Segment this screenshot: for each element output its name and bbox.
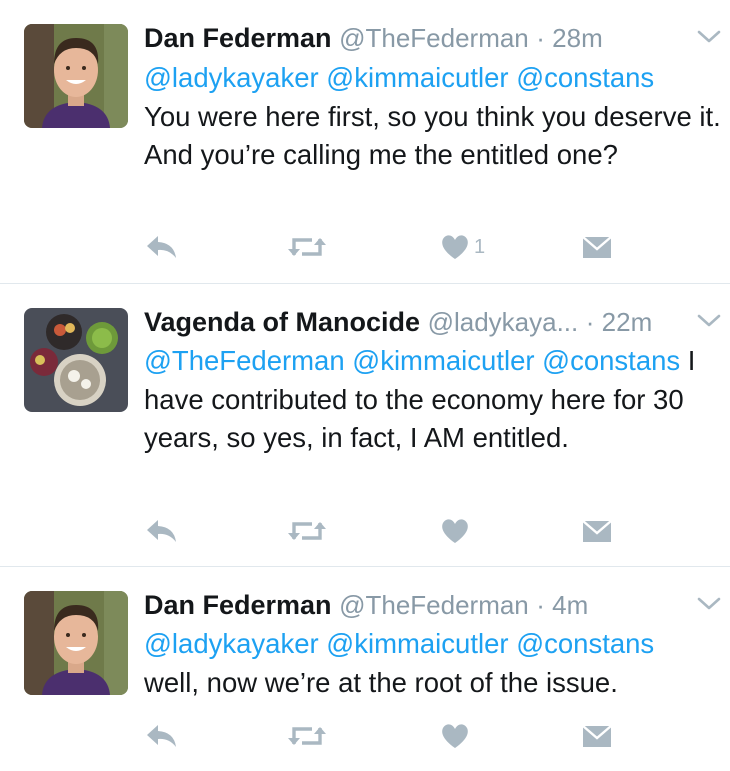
mention-link[interactable]: @constans — [516, 628, 654, 659]
avatar[interactable] — [24, 24, 128, 128]
mention-link[interactable]: @kimmaicutler — [352, 345, 534, 376]
username[interactable]: @TheFederman — [339, 23, 529, 53]
display-name[interactable]: Dan Federman — [144, 23, 332, 53]
like-button[interactable] — [440, 511, 470, 551]
direct-message-button[interactable] — [581, 227, 613, 267]
tweet-text: @ladykayaker @kimmaicutler @constans wel… — [144, 625, 724, 702]
retweet-button[interactable] — [286, 511, 328, 551]
tweet-header: Vagenda of Manocide @ladykaya... · 22m — [144, 306, 686, 338]
tweet-header: Dan Federman @TheFederman · 28m — [144, 22, 686, 54]
timestamp[interactable]: · 28m — [536, 23, 602, 53]
mention-link[interactable]: @TheFederman — [144, 345, 345, 376]
retweet-icon — [288, 522, 326, 540]
heart-icon — [442, 724, 468, 748]
username[interactable]: @ladykaya... — [428, 307, 579, 337]
avatar[interactable] — [24, 308, 128, 412]
reply-button[interactable] — [144, 511, 178, 551]
mention-link[interactable]: @kimmaicutler — [326, 628, 508, 659]
tweet-header: Dan Federman @TheFederman · 4m — [144, 589, 686, 621]
tweet[interactable]: Dan Federman @TheFederman · 28m @ladykay… — [0, 0, 730, 284]
like-button[interactable]: 1 — [440, 227, 485, 267]
chevron-down-icon[interactable] — [696, 28, 722, 46]
retweet-icon — [288, 727, 326, 745]
tweet-text: @ladykayaker @kimmaicutler @constans You… — [144, 59, 724, 175]
display-name[interactable]: Dan Federman — [144, 590, 332, 620]
mention-link[interactable]: @constans — [516, 62, 654, 93]
reply-icon — [147, 236, 176, 258]
retweet-button[interactable] — [286, 227, 328, 267]
avatar[interactable] — [24, 591, 128, 695]
tweet-body: well, now we’re at the root of the issue… — [144, 666, 618, 698]
reply-icon — [147, 725, 176, 747]
direct-message-button[interactable] — [581, 511, 613, 551]
like-button[interactable] — [440, 716, 470, 756]
heart-icon — [442, 519, 468, 543]
mention-link[interactable]: @kimmaicutler — [326, 62, 508, 93]
timestamp[interactable]: · 22m — [586, 307, 652, 337]
tweet[interactable]: Dan Federman @TheFederman · 4m @ladykaya… — [0, 567, 730, 771]
mentions-line: @ladykayaker @kimmaicutler @constans — [144, 625, 724, 664]
tweet[interactable]: Vagenda of Manocide @ladykaya... · 22m @… — [0, 284, 730, 567]
direct-message-icon — [582, 725, 612, 747]
tweet-body: @TheFederman @kimmaicutler @constans I h… — [144, 342, 724, 458]
retweet-icon — [288, 238, 326, 256]
chevron-down-icon[interactable] — [696, 595, 722, 613]
display-name[interactable]: Vagenda of Manocide — [144, 307, 420, 337]
reply-icon — [147, 520, 176, 542]
mention-link[interactable]: @ladykayaker — [144, 628, 319, 659]
retweet-button[interactable] — [286, 716, 328, 756]
tweet-body: You were here first, so you think you de… — [144, 100, 721, 171]
tweet-actions — [144, 511, 624, 551]
timestamp[interactable]: · 4m — [536, 590, 588, 620]
username[interactable]: @TheFederman — [339, 590, 529, 620]
tweet-actions: 1 — [144, 227, 624, 267]
direct-message-icon — [582, 520, 612, 542]
reply-button[interactable] — [144, 227, 178, 267]
tweet-actions — [144, 716, 624, 756]
like-count: 1 — [474, 235, 486, 258]
mention-link[interactable]: @ladykayaker — [144, 62, 319, 93]
reply-button[interactable] — [144, 716, 178, 756]
mentions-line: @ladykayaker @kimmaicutler @constans — [144, 59, 724, 98]
mention-link[interactable]: @constans — [542, 345, 680, 376]
direct-message-button[interactable] — [581, 716, 613, 756]
heart-icon — [442, 235, 468, 259]
chevron-down-icon[interactable] — [696, 312, 722, 330]
direct-message-icon — [582, 236, 612, 258]
tweet-text: @TheFederman @kimmaicutler @constans I h… — [144, 342, 724, 458]
